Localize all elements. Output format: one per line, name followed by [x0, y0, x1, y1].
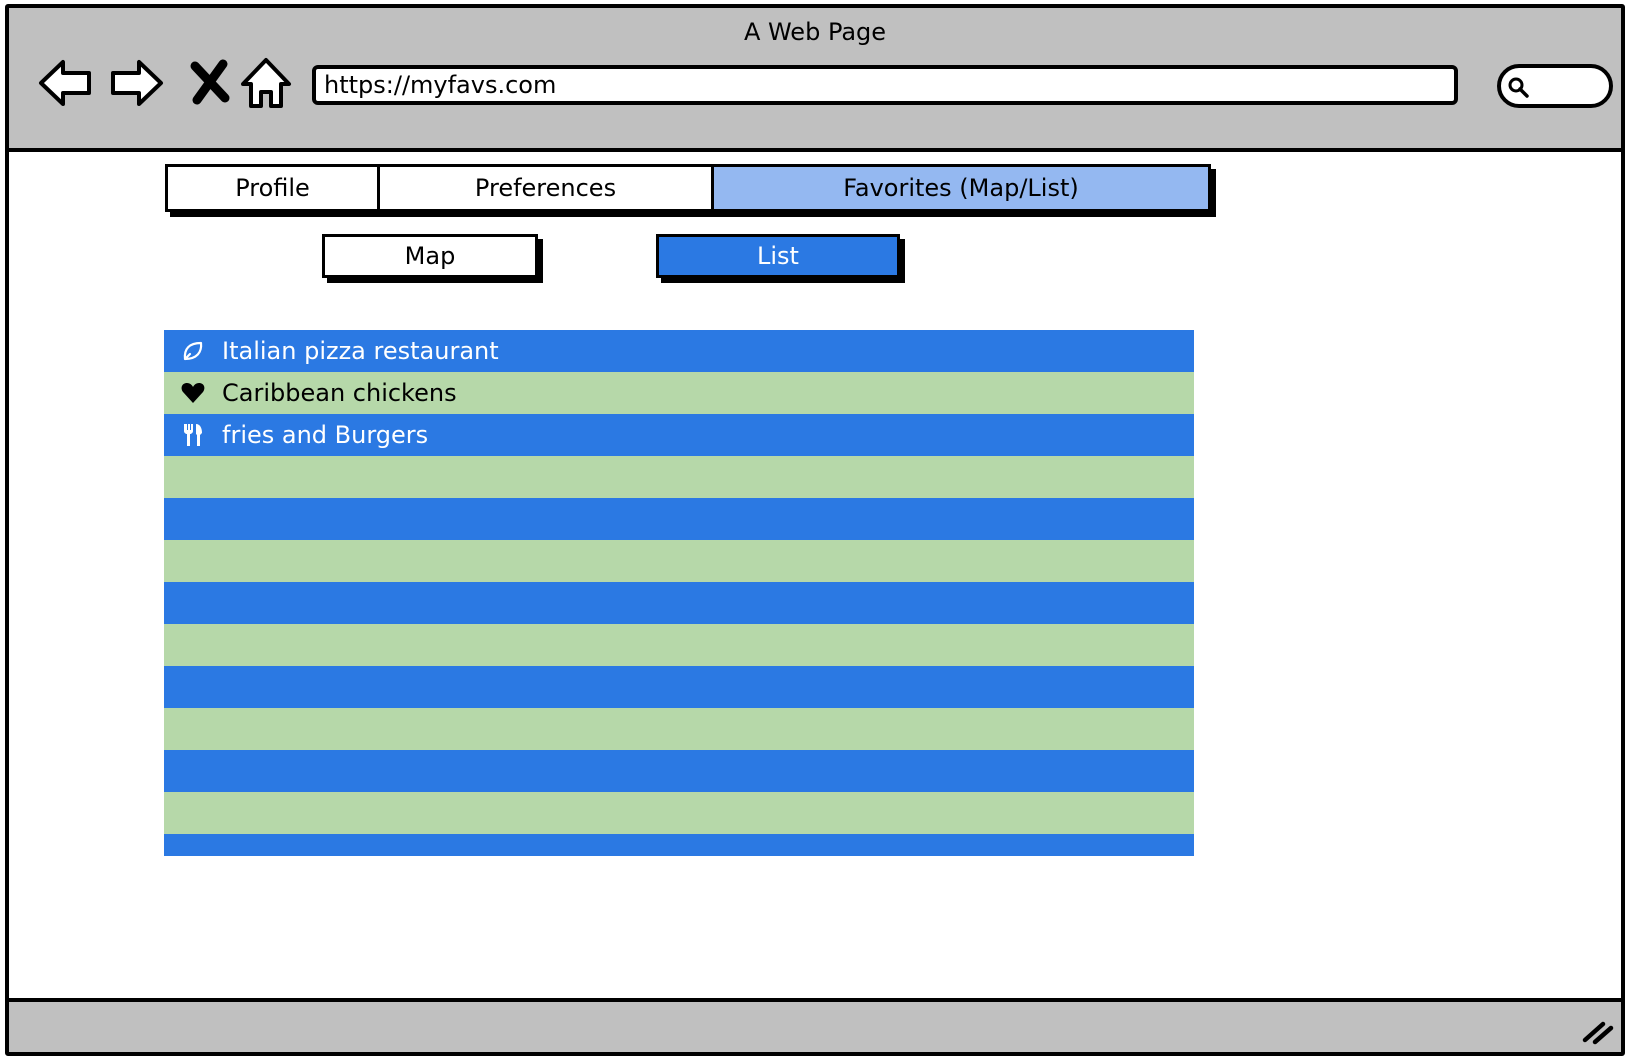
list-item-empty[interactable]: [164, 498, 1194, 540]
map-button-label: Map: [404, 242, 456, 270]
window-title: A Web Page: [743, 18, 887, 46]
tab-profile[interactable]: Profile: [168, 167, 380, 209]
page-content: Profile Preferences Favorites (Map/List)…: [9, 152, 1621, 998]
map-view-button[interactable]: Map: [322, 234, 538, 278]
search-box[interactable]: [1497, 64, 1613, 108]
list-item-empty[interactable]: [164, 750, 1194, 792]
list-item-empty[interactable]: [164, 792, 1194, 834]
list-item-empty[interactable]: [164, 624, 1194, 666]
tab-label: Preferences: [474, 174, 617, 202]
back-arrow-icon[interactable]: [35, 52, 97, 114]
tab-favorites[interactable]: Favorites (Map/List): [714, 167, 1208, 209]
list-item-label: Italian pizza restaurant: [222, 337, 499, 365]
browser-chrome: A Web Page https://myfavs.com: [9, 8, 1621, 152]
tab-label: Profile: [235, 174, 310, 202]
browser-window: A Web Page https://myfavs.com Profile Pr…: [5, 4, 1625, 1056]
forward-arrow-icon[interactable]: [105, 52, 167, 114]
resize-grip-icon[interactable]: [1579, 1016, 1615, 1046]
status-bar: [9, 998, 1621, 1052]
heart-icon: [178, 380, 208, 406]
list-item-empty[interactable]: [164, 708, 1194, 750]
list-button-label: List: [757, 242, 799, 270]
tab-preferences[interactable]: Preferences: [380, 167, 714, 209]
url-input[interactable]: https://myfavs.com: [312, 65, 1458, 105]
list-item-empty[interactable]: [164, 666, 1194, 708]
favorites-list: Italian pizza restaurant Caribbean chick…: [164, 330, 1194, 856]
list-item-empty[interactable]: [164, 456, 1194, 498]
list-item-label: Caribbean chickens: [222, 379, 457, 407]
tab-label: Favorites (Map/List): [843, 174, 1079, 202]
list-view-button[interactable]: List: [656, 234, 900, 278]
search-icon: [1508, 77, 1529, 98]
list-item-empty[interactable]: [164, 540, 1194, 582]
cutlery-icon: [178, 422, 208, 448]
leaf-icon: [178, 338, 208, 364]
list-item[interactable]: Caribbean chickens: [164, 372, 1194, 414]
url-text: https://myfavs.com: [324, 71, 557, 99]
tab-bar: Profile Preferences Favorites (Map/List): [165, 164, 1211, 212]
list-item[interactable]: fries and Burgers: [164, 414, 1194, 456]
close-icon[interactable]: [179, 52, 241, 114]
list-item-empty[interactable]: [164, 582, 1194, 624]
list-item[interactable]: Italian pizza restaurant: [164, 330, 1194, 372]
home-icon[interactable]: [235, 52, 297, 114]
list-item-label: fries and Burgers: [222, 421, 429, 449]
